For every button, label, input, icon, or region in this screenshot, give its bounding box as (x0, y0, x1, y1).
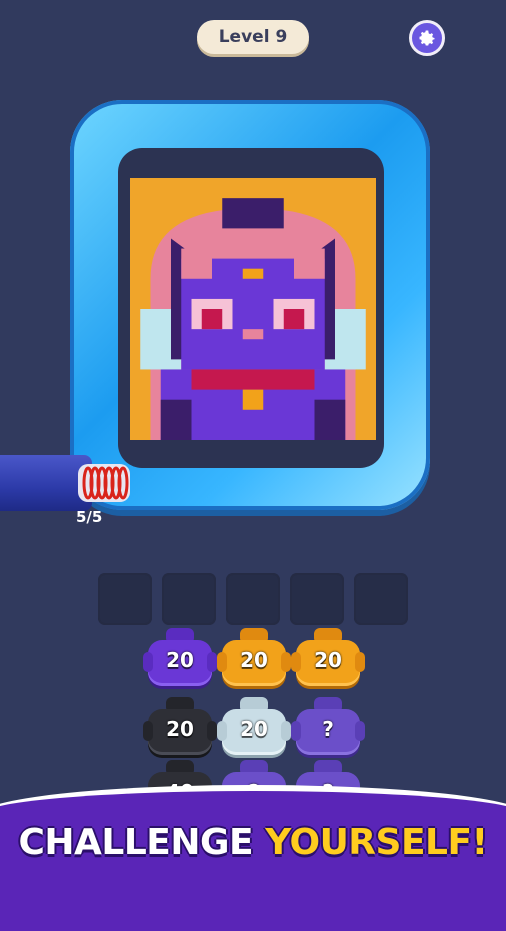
spool-purple[interactable]: 20 (143, 628, 217, 690)
thread-coil-icon (78, 464, 130, 502)
promo-headline: CHALLENGE YOURSELF! (0, 822, 506, 863)
spool-count: 20 (166, 648, 194, 672)
promo-word-challenge: CHALLENGE (18, 822, 254, 863)
empty-slot[interactable] (98, 573, 152, 625)
promo-word-yourself: YOURSELF! (265, 822, 488, 863)
spool-orange[interactable]: 20 (291, 628, 365, 690)
spool-hidden[interactable]: ? (291, 697, 365, 759)
empty-slot[interactable] (226, 573, 280, 625)
empty-slot[interactable] (162, 573, 216, 625)
pixel-art-cat (130, 178, 376, 440)
empty-slot[interactable] (354, 573, 408, 625)
thread-counter: 5/5 (76, 508, 103, 526)
spool-count: 20 (240, 648, 268, 672)
spool-black[interactable]: 20 (143, 697, 217, 759)
spool-white[interactable]: 20 (217, 697, 291, 759)
spool-count: ? (322, 717, 334, 741)
puzzle-frame (70, 100, 430, 510)
spool-count: 20 (166, 717, 194, 741)
level-indicator: Level 9 (197, 20, 309, 54)
empty-slot[interactable] (290, 573, 344, 625)
spool-orange[interactable]: 20 (217, 628, 291, 690)
gear-icon (419, 30, 435, 46)
spool-count: 20 (240, 717, 268, 741)
slot-row (98, 573, 408, 625)
settings-button[interactable] (409, 20, 445, 56)
spool-count: 20 (314, 648, 342, 672)
